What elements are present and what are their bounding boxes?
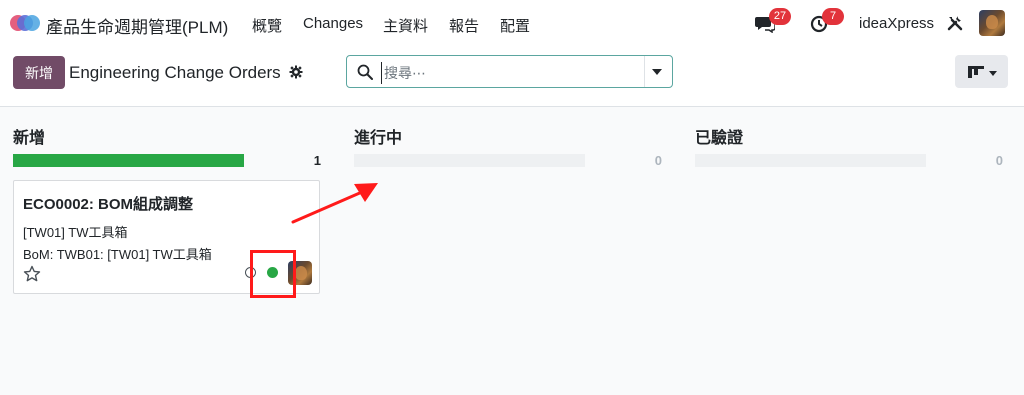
menu-item-changes[interactable]: Changes: [303, 15, 363, 32]
red-highlight-box: [250, 250, 296, 298]
messages-button[interactable]: 27: [755, 8, 791, 34]
search-input[interactable]: [381, 62, 636, 84]
breadcrumb: Engineering Change Orders: [69, 63, 281, 82]
card-bom: BoM: TWB01: [TW01] TW工具箱: [23, 247, 212, 262]
card-title: ECO0002: BOM組成調整: [23, 196, 194, 213]
menu-item-master-data[interactable]: 主資料: [383, 15, 428, 36]
star-icon[interactable]: [23, 265, 41, 283]
messages-badge: 27: [769, 8, 791, 25]
column-count: 1: [313, 153, 321, 168]
avatar[interactable]: [979, 10, 1005, 36]
activities-button[interactable]: 7: [810, 8, 844, 34]
company-switcher[interactable]: ideaXpress: [859, 15, 934, 32]
new-button[interactable]: 新增: [13, 56, 65, 89]
activities-badge: 7: [822, 8, 844, 25]
search-divider: [644, 56, 645, 87]
column-count: 0: [995, 153, 1003, 168]
column-count: 0: [654, 153, 662, 168]
card-product: [TW01] TW工具箱: [23, 225, 128, 240]
chevron-down-icon[interactable]: [652, 69, 662, 75]
menu-item-reports[interactable]: 報告: [449, 15, 479, 36]
kanban-view-icon: [968, 66, 984, 78]
column-title[interactable]: 新增: [13, 124, 45, 148]
column-title[interactable]: 進行中: [354, 124, 402, 148]
menu-item-overview[interactable]: 概覽: [252, 15, 282, 36]
tools-icon[interactable]: [946, 14, 964, 32]
gear-icon[interactable]: [289, 65, 303, 79]
control-panel: 新增 Engineering Change Orders: [0, 46, 1024, 107]
app-name[interactable]: 產品生命週期管理(PLM): [46, 13, 228, 38]
kanban-board: 新增 1 進行中 0 已驗證 0 ECO0002: BOM組成調整 [TW01]…: [0, 107, 1024, 395]
view-switcher-button[interactable]: [955, 55, 1008, 88]
search-icon: [357, 64, 373, 80]
kanban-column-validated: 已驗證 0: [695, 107, 1024, 395]
kanban-column-in-progress: 進行中 0: [354, 107, 684, 395]
search-bar: [346, 55, 673, 88]
menu-item-configuration[interactable]: 配置: [500, 15, 530, 36]
column-progress-bar[interactable]: [354, 154, 585, 167]
column-title[interactable]: 已驗證: [695, 124, 743, 148]
column-progress-bar[interactable]: [13, 154, 244, 167]
column-progress-fill: [13, 154, 244, 167]
column-progress-bar[interactable]: [695, 154, 926, 167]
top-navbar: 產品生命週期管理(PLM) 概覽 Changes 主資料 報告 配置 27 7 …: [0, 0, 1024, 46]
red-arrow-annotation: [291, 183, 378, 224]
caret-down-icon: [989, 71, 997, 76]
app-logo-icon[interactable]: [10, 13, 40, 33]
